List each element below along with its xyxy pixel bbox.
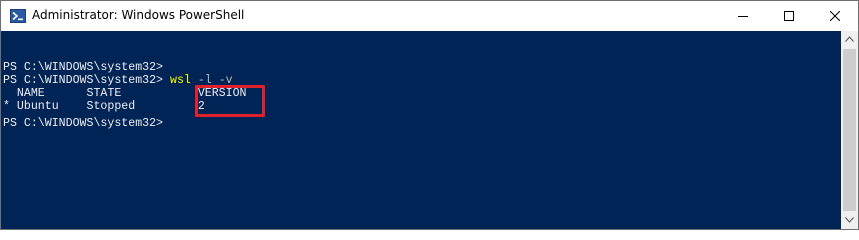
console-line-prompt: PS C:\WINDOWS\system32> — [3, 61, 164, 74]
scroll-thumb[interactable] — [843, 49, 856, 211]
title-bar[interactable]: Administrator: Windows PowerShell — [1, 1, 858, 31]
scroll-up-button[interactable] — [841, 31, 858, 48]
scroll-up-arrow-icon — [845, 36, 854, 42]
command-prompt: PS C:\WINDOWS\system32> — [3, 74, 170, 87]
vertical-scrollbar[interactable] — [841, 31, 858, 229]
minimize-button[interactable] — [720, 1, 766, 31]
maximize-button[interactable] — [766, 1, 812, 31]
console-line-row: * Ubuntu Stopped 2 — [3, 100, 205, 113]
close-icon — [830, 11, 840, 21]
close-button[interactable] — [812, 1, 858, 31]
table-header: NAME STATE — [3, 87, 198, 100]
console-line-prompt-end: PS C:\WINDOWS\system32> — [3, 117, 164, 130]
maximize-icon — [784, 11, 794, 21]
scroll-down-arrow-icon — [845, 217, 854, 223]
window-title: Administrator: Windows PowerShell — [32, 8, 245, 22]
table-row: * Ubuntu Stopped — [3, 100, 198, 113]
version-highlight-box — [195, 85, 265, 117]
powershell-window: Administrator: Windows PowerShell PS C:\… — [0, 0, 859, 230]
scroll-down-button[interactable] — [841, 212, 858, 229]
command-name: wsl — [169, 74, 191, 87]
console-output[interactable]: PS C:\WINDOWS\system32> PS C:\WINDOWS\sy… — [1, 31, 841, 229]
powershell-icon — [10, 8, 26, 24]
minimize-icon — [738, 16, 748, 17]
